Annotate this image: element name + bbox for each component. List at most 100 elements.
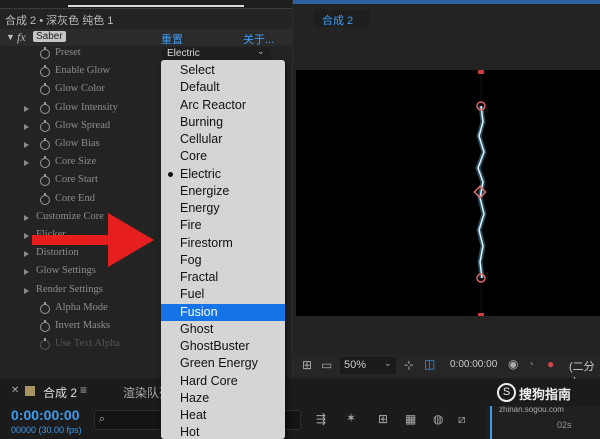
graph-editor-icon[interactable]: ⧄	[458, 412, 466, 427]
frame-rate: 00000 (30.00 fps)	[11, 425, 82, 435]
zoom-dropdown[interactable]: 50% ⌄	[340, 357, 396, 374]
comp-flow-icon[interactable]: ⇶	[316, 412, 326, 426]
menu-item[interactable]: Cellular	[161, 131, 285, 148]
motion-blur-icon[interactable]: ◍	[433, 412, 443, 426]
menu-item[interactable]: Hot	[161, 424, 285, 439]
expand-arrow-icon[interactable]	[24, 233, 29, 239]
stopwatch-icon[interactable]	[40, 138, 50, 150]
menu-item-label: Fire	[180, 218, 202, 233]
menu-item[interactable]: Electric	[161, 166, 285, 183]
grid-icon[interactable]: ⊹	[404, 358, 414, 372]
menu-item[interactable]: Burning	[161, 114, 285, 131]
red-arrow-icon	[32, 213, 154, 267]
watermark-brand: 搜狗指南	[519, 387, 572, 402]
search-icon: ⌕	[99, 413, 106, 425]
menu-item[interactable]: Ghost	[161, 321, 285, 338]
menu-item[interactable]: Energize	[161, 183, 285, 200]
preset-menu: Select Default Arc Reactor Burning Cellular C…	[161, 60, 285, 439]
playhead[interactable]	[490, 406, 492, 439]
menu-item-label: Hot	[180, 425, 200, 439]
effect-header-row[interactable]: ▼ fx Saber 重置 关于...	[0, 29, 292, 46]
stopwatch-icon[interactable]	[40, 338, 50, 351]
expand-arrow-icon[interactable]	[24, 287, 29, 294]
viewer-tab[interactable]: 合成 2	[314, 10, 370, 27]
stopwatch-icon[interactable]	[40, 174, 50, 187]
menu-item-label: GhostBuster	[180, 339, 250, 353]
menu-item-label: Ghost	[180, 321, 214, 336]
stopwatch-icon[interactable]	[40, 320, 50, 332]
stopwatch-icon[interactable]	[40, 156, 50, 169]
menu-item-label: Firestorm	[180, 235, 233, 250]
menu-item-label: Burning	[180, 114, 224, 129]
menu-item[interactable]: Fog	[161, 252, 285, 269]
composition-canvas[interactable]	[296, 68, 600, 319]
param-label: Preset	[55, 47, 81, 58]
current-time[interactable]: 0:00:00:00	[11, 407, 80, 423]
param-label: Core Start	[55, 174, 98, 186]
camera-icon[interactable]: ◉	[508, 357, 518, 371]
param-label: Glow Spread	[55, 119, 111, 131]
close-icon[interactable]: ✕	[11, 385, 19, 396]
menu-item[interactable]: Fusion	[161, 303, 285, 321]
fx-icon[interactable]: fx	[17, 30, 26, 45]
menu-item[interactable]: Select	[161, 62, 285, 79]
shy-layers-icon[interactable]: ⊞	[378, 412, 388, 426]
menu-icon[interactable]: ≡	[80, 383, 87, 397]
menu-item[interactable]: Fuel	[161, 286, 285, 303]
expand-arrow-icon[interactable]	[24, 160, 29, 167]
menu-item[interactable]: GhostBuster	[161, 338, 285, 355]
menu-item[interactable]: Haze	[161, 390, 285, 407]
active-tab-indicator	[68, 5, 244, 7]
expand-arrow-icon[interactable]	[24, 214, 29, 221]
menu-item[interactable]: Heat	[161, 407, 285, 424]
stopwatch-icon[interactable]	[40, 47, 50, 59]
expand-arrow-icon[interactable]	[24, 105, 29, 112]
stopwatch-icon[interactable]	[40, 301, 50, 314]
viewer-tab-label: 合成 2	[322, 15, 354, 27]
draft-3d-icon[interactable]: ✶	[346, 411, 356, 425]
expand-arrow-icon[interactable]	[24, 123, 29, 130]
mask-toggle-icon[interactable]: ◫	[424, 357, 435, 371]
menu-item-label: Fractal	[180, 270, 219, 284]
menu-item-label: Heat	[180, 408, 207, 422]
zoom-value: 50%	[344, 359, 367, 371]
menu-item[interactable]: Hard Core	[161, 373, 285, 390]
watermark-url: zhinan.sogou.com	[499, 405, 564, 414]
menu-item[interactable]: Core	[161, 148, 285, 165]
stopwatch-icon[interactable]	[40, 119, 50, 132]
menu-item-label: Fusion	[180, 304, 218, 319]
menu-item-label: Fog	[180, 252, 202, 267]
param-label: Use Text Alpha	[55, 338, 120, 350]
expand-arrow-icon[interactable]	[24, 142, 29, 148]
menu-item[interactable]: Firestorm	[161, 235, 285, 252]
menu-item[interactable]: Fire	[161, 217, 285, 234]
menu-item-label: Energy	[180, 201, 220, 215]
color-channels-icon[interactable]: ●	[547, 357, 554, 371]
stopwatch-icon[interactable]	[40, 65, 50, 78]
param-label: Core Size	[55, 156, 97, 168]
ruler-label: 02s	[557, 420, 572, 430]
checked-bullet-icon	[168, 171, 173, 177]
stopwatch-icon[interactable]	[40, 83, 50, 96]
param-label: Glow Bias	[55, 138, 100, 149]
expand-arrow-icon[interactable]	[24, 269, 29, 276]
menu-item-label: Hard Core	[180, 373, 238, 388]
timeline-tab-label[interactable]: 合成 2	[43, 384, 77, 401]
collapse-icon[interactable]: ▼	[6, 32, 15, 42]
menu-item[interactable]: Fractal	[161, 269, 285, 286]
show-snapshot-icon[interactable]: ◔	[527, 357, 534, 371]
menu-item[interactable]: Energy	[161, 200, 285, 217]
monitor-icon[interactable]: ▭	[321, 358, 332, 372]
menu-item[interactable]: Arc Reactor	[161, 97, 285, 114]
menu-item[interactable]: Green Energy	[161, 355, 285, 372]
frame-blending-icon[interactable]: ▦	[405, 412, 416, 426]
menu-item[interactable]: Default	[161, 79, 285, 96]
expand-arrow-icon[interactable]	[24, 251, 29, 258]
stopwatch-icon[interactable]	[40, 101, 50, 114]
param-label: Core End	[55, 192, 95, 204]
stopwatch-icon[interactable]	[40, 192, 50, 205]
magnify-icon[interactable]: ⊞	[302, 358, 312, 372]
param-label: Render Settings	[36, 283, 103, 295]
viewer-timecode[interactable]: 0:00:00:00	[450, 359, 497, 370]
menu-item-label: Electric	[180, 166, 221, 181]
